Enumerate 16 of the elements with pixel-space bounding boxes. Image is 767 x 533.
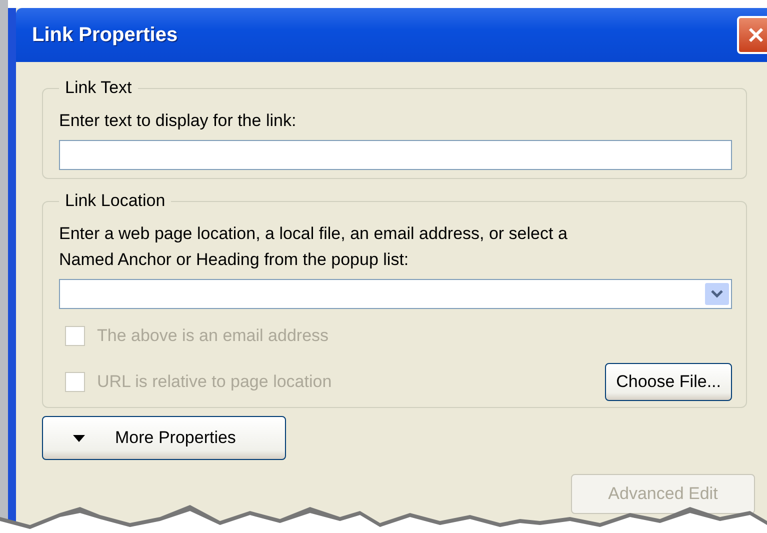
dropdown-button[interactable]: [705, 283, 729, 305]
combo-box[interactable]: [59, 279, 732, 309]
choose-file-button[interactable]: Choose File...: [605, 363, 732, 401]
chevron-icon: [711, 289, 723, 299]
close-button[interactable]: [737, 16, 767, 54]
checkbox-label: URL is relative to page location: [97, 372, 332, 392]
text-field[interactable]: [59, 140, 732, 170]
more-properties-button[interactable]: More Properties: [42, 416, 286, 460]
field-label: Enter text to display for the link:: [59, 110, 298, 132]
field-label: Enter a web page location, a local file, an email address, or select a Named Anchor or Heading from the popup list:: [59, 223, 568, 271]
close-icon: [748, 27, 764, 43]
window-title: Link Properties: [32, 24, 178, 46]
triangle-icon: [73, 434, 85, 442]
group-title: Link Location: [64, 191, 166, 211]
checkbox-label: The above is an email address: [97, 326, 329, 346]
group-title: Link Text: [64, 78, 133, 98]
